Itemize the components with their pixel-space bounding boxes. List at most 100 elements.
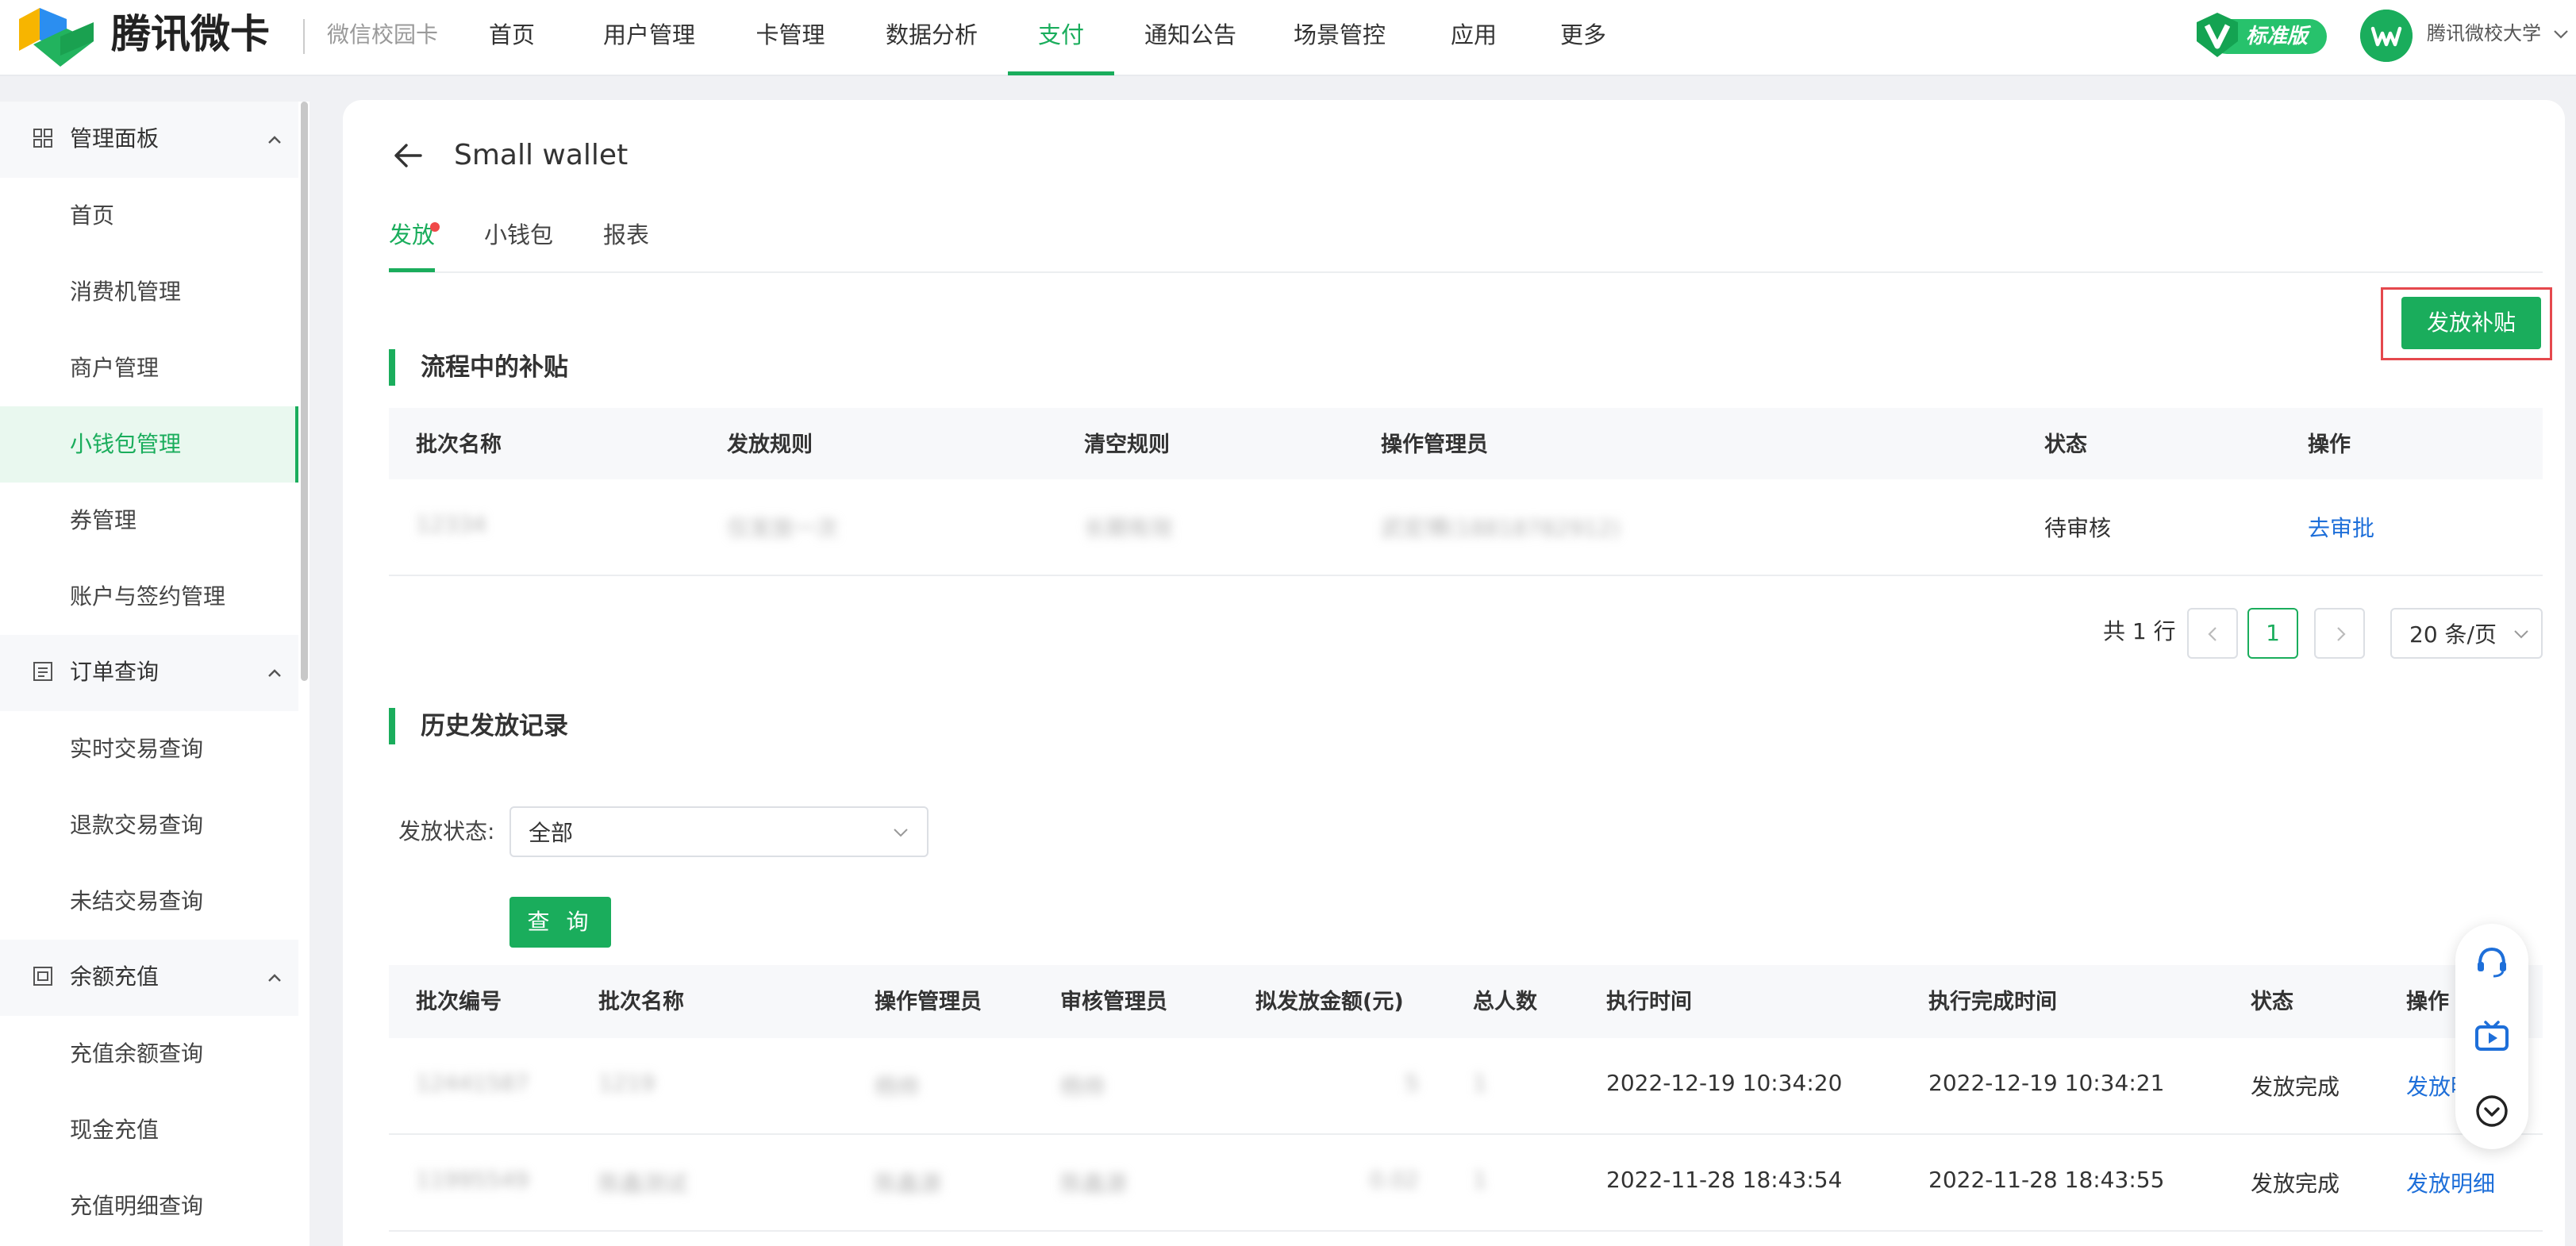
page-size-select[interactable]: 20 条/页	[2390, 608, 2543, 659]
section-marker	[389, 708, 395, 744]
sidebar-scrollbar[interactable]	[298, 102, 310, 1246]
column-header: 执行时间	[1606, 990, 1692, 1014]
collapse-circle-icon[interactable]	[2473, 1092, 2511, 1130]
table-row: 12334 仅发放一次 长期有效 武宏博(18818782912) 待审核 去审…	[389, 479, 2543, 576]
chevron-down-icon	[894, 829, 908, 837]
table-header: 批次名称 发放规则 清空规则 操作管理员 状态 操作	[389, 408, 2543, 479]
tab-small-wallet[interactable]: 小钱包	[484, 217, 553, 252]
school-avatar-icon[interactable]	[2360, 10, 2413, 62]
sidebar-group-recharge[interactable]: 余额充值	[0, 940, 298, 1016]
sidebar-item-coupons[interactable]: 券管理	[0, 483, 298, 559]
sidebar-item-refund-transactions[interactable]: 退款交易查询	[0, 787, 298, 863]
sidebar-item-label: 小钱包管理	[70, 431, 182, 457]
column-header: 审核管理员	[1060, 990, 1167, 1014]
clear-rule-cell: 长期有效	[1084, 515, 1174, 541]
people-count-cell: 1	[1473, 1167, 1487, 1193]
amount-cell: 0.02	[1369, 1167, 1419, 1193]
nav-card-management[interactable]: 卡管理	[754, 0, 827, 73]
pagination-total: 共 1 行	[2103, 618, 2176, 644]
notification-dot	[430, 222, 440, 232]
nav-scene-control[interactable]: 场景管控	[1290, 0, 1389, 73]
sidebar-item-label: 充值明细查询	[70, 1193, 204, 1219]
v-shield-icon	[2197, 13, 2238, 57]
chevron-down-icon	[2514, 630, 2528, 639]
main-content-card: Small wallet 发放 小钱包 报表 发放补贴 流程中的补贴 批次名称 …	[343, 100, 2565, 1246]
column-header: 总人数	[1473, 990, 1537, 1014]
issue-status-value: 全部	[529, 820, 574, 846]
sidebar-item-balance-query[interactable]: 充值余额查询	[0, 1016, 298, 1092]
plan-label: 标准版	[2246, 25, 2309, 48]
plan-badge[interactable]: 标准版	[2193, 11, 2327, 57]
reviewer-cell: 陈鑫源	[1060, 1171, 1128, 1197]
page-size-value: 20 条/页	[2409, 621, 2497, 648]
account-name[interactable]: 腾讯微校大学	[2427, 19, 2541, 48]
page-title: Small wallet	[454, 139, 629, 171]
go-approve-link[interactable]: 去审批	[2308, 511, 2374, 543]
exec-time-cell: 2022-12-19 10:34:20	[1606, 1070, 1843, 1096]
column-header: 拟发放金额(元)	[1255, 990, 1404, 1014]
sidebar-item-home[interactable]: 首页	[0, 178, 298, 254]
nav-active-indicator	[1008, 71, 1114, 75]
column-header: 操作	[2406, 990, 2449, 1014]
chevron-down-icon[interactable]	[2552, 25, 2570, 43]
page-number-current[interactable]: 1	[2247, 608, 2298, 659]
batch-no-cell: 11995549	[416, 1167, 529, 1193]
nav-data-analysis[interactable]: 数据分析	[882, 0, 981, 73]
section-title-history: 历史发放记录	[421, 712, 568, 740]
prev-page-button[interactable]	[2187, 608, 2238, 659]
chevron-right-icon	[2337, 627, 2346, 641]
nav-user-management[interactable]: 用户管理	[600, 0, 698, 73]
operator-cell: 杨帅	[875, 1074, 920, 1100]
issue-subsidy-button[interactable]: 发放补贴	[2401, 297, 2541, 349]
operator-cell: 陈鑫源	[875, 1171, 942, 1197]
sidebar-item-realtime-transactions[interactable]: 实时交易查询	[0, 711, 298, 787]
people-count-cell: 1	[1473, 1070, 1487, 1096]
sidebar-item-label: 券管理	[70, 507, 137, 533]
sidebar-item-recharge-details[interactable]: 充值明细查询	[0, 1168, 298, 1244]
chevron-up-icon	[268, 669, 281, 677]
sidebar-item-unsettled-transactions[interactable]: 未结交易查询	[0, 863, 298, 940]
sidebar-item-cash-recharge[interactable]: 现金充值	[0, 1092, 298, 1168]
sidebar-group-dashboard[interactable]: 管理面板	[0, 102, 298, 178]
sidebar-item-label: 首页	[70, 202, 115, 229]
column-header: 执行完成时间	[1928, 990, 2057, 1014]
issue-status-select[interactable]: 全部	[509, 806, 929, 857]
tencent-weika-logo-icon[interactable]	[16, 5, 98, 68]
sidebar-group-orders[interactable]: 订单查询	[0, 635, 298, 711]
done-time-cell: 2022-11-28 18:43:55	[1928, 1167, 2165, 1193]
nav-more[interactable]: 更多	[1554, 0, 1613, 73]
back-arrow-icon[interactable]	[390, 138, 425, 173]
customer-service-headset-icon[interactable]	[2473, 943, 2511, 981]
nav-payment[interactable]: 支付	[1032, 0, 1090, 73]
sidebar-item-small-wallet[interactable]: 小钱包管理	[0, 406, 298, 483]
next-page-button[interactable]	[2314, 608, 2365, 659]
sidebar-item-accounts-contracts[interactable]: 账户与签约管理	[0, 559, 298, 635]
operator-cell: 武宏博(18818782912)	[1381, 515, 1621, 541]
query-button[interactable]: 查 询	[509, 897, 611, 948]
tab-issue[interactable]: 发放	[389, 217, 435, 252]
sidebar-item-merchants[interactable]: 商户管理	[0, 330, 298, 406]
batch-name-cell: 陈鑫测试	[598, 1171, 688, 1197]
column-header: 批次名称	[416, 433, 502, 457]
issue-details-link[interactable]: 发放明细	[2406, 1167, 2495, 1198]
sidebar-item-label: 实时交易查询	[70, 736, 204, 762]
nav-home[interactable]: 首页	[479, 0, 544, 73]
sidebar-item-pos-machines[interactable]: 消费机管理	[0, 254, 298, 330]
floating-toolbar	[2455, 924, 2528, 1149]
column-header: 操作	[2308, 433, 2351, 457]
column-header: 批次编号	[416, 990, 502, 1014]
sidebar-group-label: 管理面板	[70, 125, 160, 152]
table-row: 12441587 1219 杨帅 杨帅 5 1 2022-12-19 10:34…	[389, 1038, 2543, 1135]
section-marker	[389, 349, 395, 386]
section-title-in-progress: 流程中的补贴	[421, 353, 568, 382]
grid-icon	[33, 129, 52, 148]
column-header: 批次名称	[598, 990, 684, 1014]
video-tutorial-icon[interactable]	[2473, 1017, 2511, 1056]
tab-reports[interactable]: 报表	[603, 217, 649, 252]
nav-apps[interactable]: 应用	[1444, 0, 1503, 73]
chevron-left-icon	[2208, 627, 2217, 641]
chevron-up-icon	[268, 974, 281, 982]
sidebar-scrollbar-thumb[interactable]	[301, 102, 308, 681]
nav-announcements[interactable]: 通知公告	[1141, 0, 1240, 73]
column-header: 清空规则	[1084, 433, 1170, 457]
